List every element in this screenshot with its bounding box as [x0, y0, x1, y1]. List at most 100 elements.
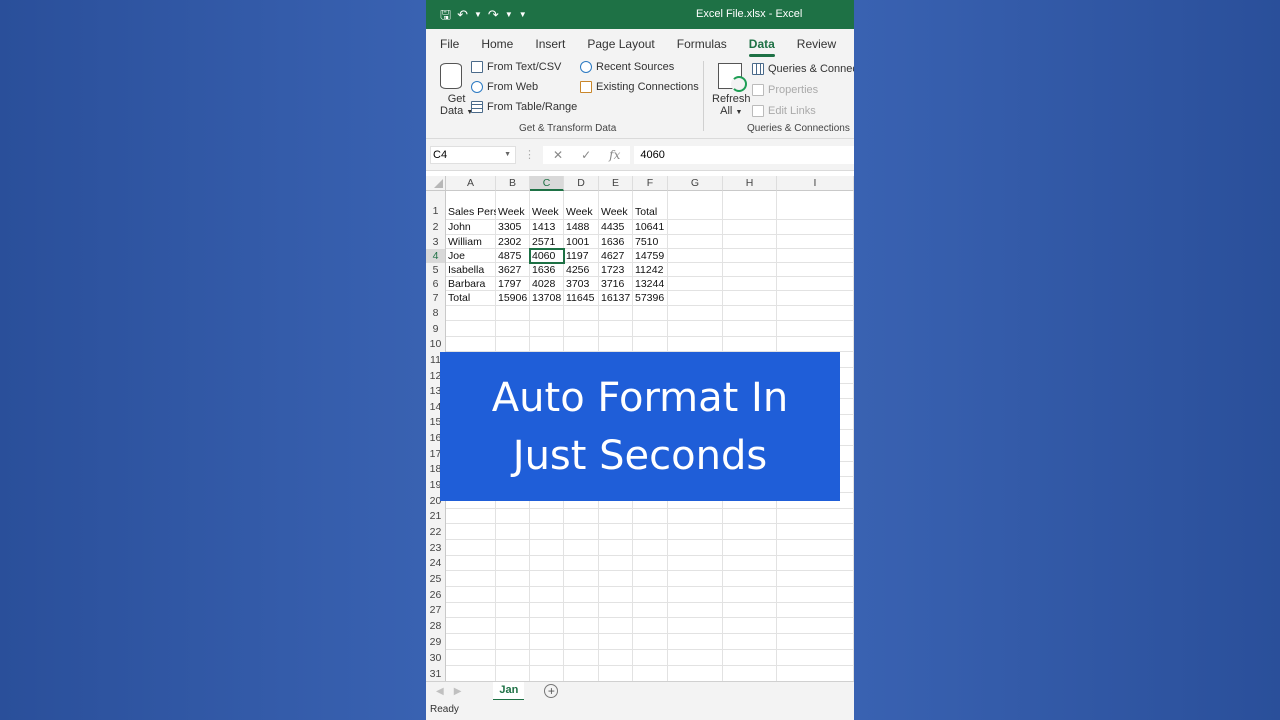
cell-e3[interactable]: 1636 [599, 235, 633, 249]
cell-f1[interactable]: Total [633, 191, 668, 220]
column-header-g[interactable]: G [668, 176, 723, 191]
cell-d7[interactable]: 11645 [564, 291, 599, 306]
cell-b5[interactable]: 3627 [496, 263, 530, 277]
tab-file[interactable]: File [440, 37, 459, 57]
row-header-9[interactable]: 9 [426, 321, 446, 337]
cell-f5[interactable]: 11242 [633, 263, 668, 277]
enter-icon[interactable]: ✓ [581, 148, 591, 162]
cell-b7[interactable]: 15906 [496, 291, 530, 306]
cell-b4[interactable]: 4875 [496, 249, 530, 263]
cell-e6[interactable]: 3716 [599, 277, 633, 291]
cell-c3[interactable]: 2571 [530, 235, 564, 249]
cell-d1[interactable]: Week [564, 191, 599, 220]
cell-f2[interactable]: 10641 [633, 220, 668, 235]
recent-sources-button[interactable]: Recent Sources [580, 61, 674, 73]
cell-d5[interactable]: 4256 [564, 263, 599, 277]
from-table-range-button[interactable]: From Table/Range [471, 101, 577, 113]
tab-formulas[interactable]: Formulas [677, 37, 727, 57]
cell-c6[interactable]: 4028 [530, 277, 564, 291]
redo-icon[interactable]: ↷ [488, 8, 499, 21]
cell-c2[interactable]: 1413 [530, 220, 564, 235]
refresh-all-button[interactable] [718, 63, 747, 92]
cell-b1[interactable]: Week [496, 191, 530, 220]
cell-a6[interactable]: Barbara [446, 277, 496, 291]
cell-a2[interactable]: John [446, 220, 496, 235]
existing-connections-button[interactable]: Existing Connections [580, 81, 699, 93]
cell-b2[interactable]: 3305 [496, 220, 530, 235]
cell-f3[interactable]: 7510 [633, 235, 668, 249]
tab-review[interactable]: Review [797, 37, 836, 57]
queries-connections-button[interactable]: Queries & Connections [752, 63, 854, 75]
column-header-c[interactable]: C [530, 176, 564, 191]
cell-d4[interactable]: 1197 [564, 249, 599, 263]
name-box-dropdown-icon[interactable]: ▼ [504, 151, 511, 158]
tab-home[interactable]: Home [481, 37, 513, 57]
properties-button[interactable]: Properties [752, 84, 818, 96]
row-header-6[interactable]: 6 [426, 277, 446, 291]
cell-b6[interactable]: 1797 [496, 277, 530, 291]
cell-f4[interactable]: 14759 [633, 249, 668, 263]
select-all-corner[interactable] [426, 176, 446, 191]
row-header-21[interactable]: 21 [426, 509, 446, 524]
cell-e7[interactable]: 16137 [599, 291, 633, 306]
row-header-1[interactable]: 1 [426, 191, 446, 220]
row-header-24[interactable]: 24 [426, 556, 446, 571]
name-box[interactable]: C4 ▼ [430, 145, 516, 164]
cell-d3[interactable]: 1001 [564, 235, 599, 249]
row-header-28[interactable]: 28 [426, 618, 446, 634]
cell-a7[interactable]: Total [446, 291, 496, 306]
insert-function-icon[interactable]: fx [609, 148, 620, 162]
active-cell[interactable]: 4060 [529, 248, 565, 264]
add-sheet-icon[interactable]: + [544, 684, 559, 698]
cell-f6[interactable]: 13244 [633, 277, 668, 291]
row-header-23[interactable]: 23 [426, 540, 446, 556]
row-header-8[interactable]: 8 [426, 306, 446, 321]
row-header-10[interactable]: 10 [426, 337, 446, 352]
cell-a5[interactable]: Isabella [446, 263, 496, 277]
tab-insert[interactable]: Insert [535, 37, 565, 57]
get-data-label[interactable]: Get Data ▼ [440, 93, 473, 117]
row-header-31[interactable]: 31 [426, 666, 446, 682]
row-header-30[interactable]: 30 [426, 650, 446, 666]
row-header-4[interactable]: 4 [426, 249, 446, 263]
row-header-22[interactable]: 22 [426, 524, 446, 540]
row-header-26[interactable]: 26 [426, 587, 446, 603]
cancel-icon[interactable]: ✕ [553, 148, 563, 162]
save-icon[interactable]: 🖫 [440, 8, 451, 21]
row-header-29[interactable]: 29 [426, 634, 446, 650]
column-header-i[interactable]: I [777, 176, 854, 191]
from-web-button[interactable]: From Web [471, 81, 538, 93]
row-header-3[interactable]: 3 [426, 235, 446, 249]
undo-icon[interactable]: ↶ [457, 8, 468, 21]
customize-icon[interactable]: ▼ [519, 10, 527, 19]
row-header-25[interactable]: 25 [426, 571, 446, 587]
sheet-tab-jan[interactable]: Jan [493, 681, 525, 701]
cell-c7[interactable]: 13708 [530, 291, 564, 306]
cell-d2[interactable]: 1488 [564, 220, 599, 235]
cell-a4[interactable]: Joe [446, 249, 496, 263]
row-header-27[interactable]: 27 [426, 603, 446, 618]
column-header-f[interactable]: F [633, 176, 668, 191]
cell-e1[interactable]: Week [599, 191, 633, 220]
formula-input[interactable]: 4060 [634, 145, 854, 164]
row-header-5[interactable]: 5 [426, 263, 446, 277]
redo-dropdown-icon[interactable]: ▼ [505, 10, 513, 19]
get-data-button[interactable] [440, 63, 466, 89]
edit-links-button[interactable]: Edit Links [752, 105, 816, 117]
cell-f7[interactable]: 57396 [633, 291, 668, 306]
cell-e4[interactable]: 4627 [599, 249, 633, 263]
from-text-csv-button[interactable]: From Text/CSV [471, 61, 561, 73]
cell-e2[interactable]: 4435 [599, 220, 633, 235]
tab-page-layout[interactable]: Page Layout [587, 37, 654, 57]
tab-data[interactable]: Data [748, 37, 775, 57]
cell-c1[interactable]: Week [530, 191, 564, 220]
row-header-7[interactable]: 7 [426, 291, 446, 306]
column-header-e[interactable]: E [599, 176, 633, 191]
column-header-d[interactable]: D [564, 176, 599, 191]
sheet-nav-icons[interactable]: ◀▶ [436, 686, 471, 697]
cell-c5[interactable]: 1636 [530, 263, 564, 277]
cell-a3[interactable]: William [446, 235, 496, 249]
column-header-b[interactable]: B [496, 176, 530, 191]
cell-a1[interactable]: Sales Pers [446, 191, 496, 220]
cell-b3[interactable]: 2302 [496, 235, 530, 249]
